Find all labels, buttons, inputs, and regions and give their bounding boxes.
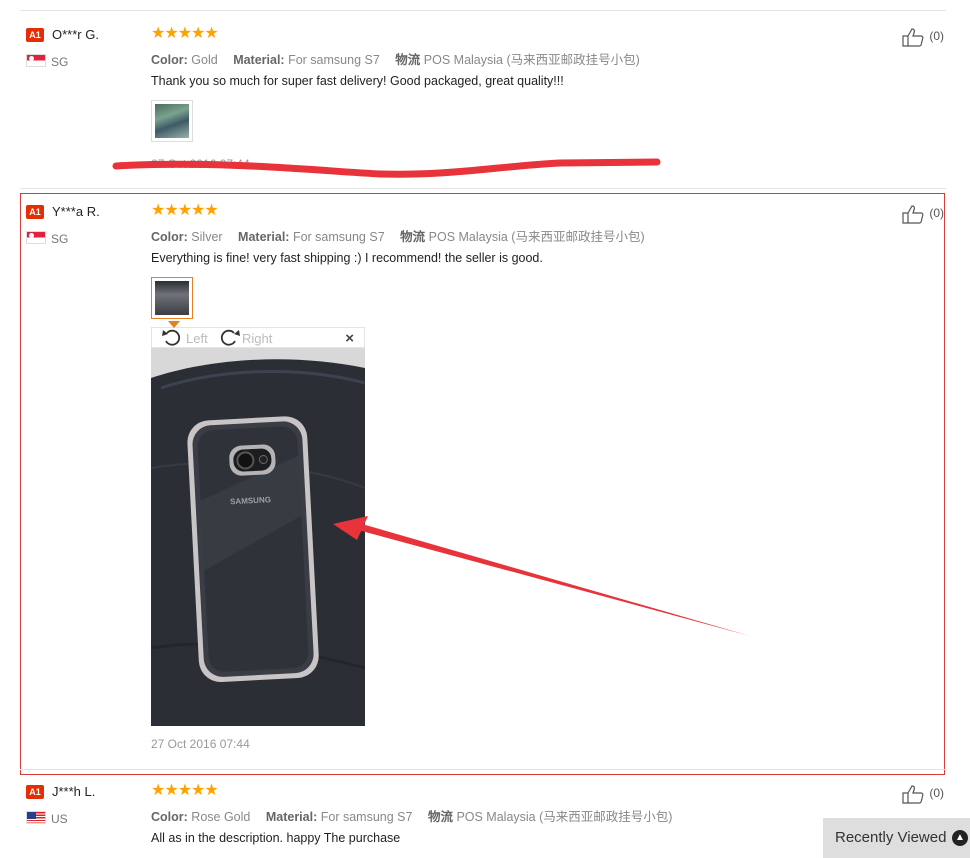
order-attributes: Color: Rose Gold Material: For samsung S… xyxy=(151,806,684,825)
review-text: All as in the description. happy The pur… xyxy=(151,831,401,845)
shipping-label: 物流 xyxy=(427,810,453,824)
buyer-level-badge: A1 xyxy=(26,785,44,799)
color-label: Color: xyxy=(151,810,188,824)
review-divider xyxy=(20,769,946,770)
us-flag-icon xyxy=(26,811,46,824)
rating-stars: ★★★★★ xyxy=(151,782,219,799)
material-value: For samsung S7 xyxy=(320,810,413,824)
buyer-country: US xyxy=(51,812,68,826)
buyer-name: J***h L. xyxy=(52,784,96,799)
recently-viewed-label: Recently Viewed xyxy=(835,829,947,846)
chevron-up-icon: ▲ xyxy=(952,830,968,846)
recently-viewed-tab[interactable]: Recently Viewed ▲ xyxy=(823,818,970,858)
helpful-count: (0) xyxy=(929,786,945,801)
color-value: Rose Gold xyxy=(191,810,251,824)
red-arrow-annotation xyxy=(333,516,750,636)
material-label: Material: xyxy=(265,810,318,824)
helpful-button[interactable]: (0) xyxy=(902,784,944,804)
thumbs-up-icon xyxy=(902,785,924,804)
shipping-value: POS Malaysia (马来西亚邮政挂号小包) xyxy=(456,810,673,824)
